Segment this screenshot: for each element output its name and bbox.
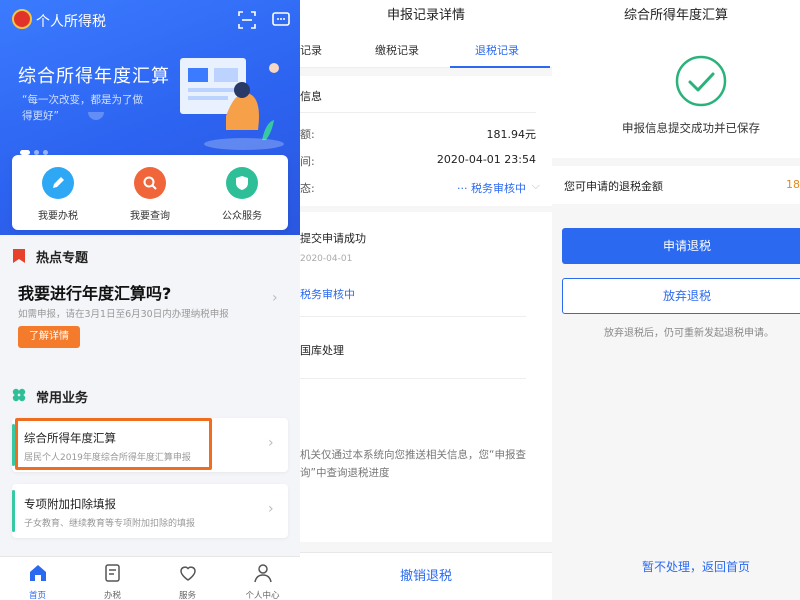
info-value: 2020-04-01 23:54 bbox=[436, 153, 536, 166]
biz-item-special-deduction[interactable]: 专项附加扣除填报 子女教育、继续教育等专项附加扣除的填报 › bbox=[12, 484, 288, 538]
divider bbox=[300, 112, 536, 113]
record-detail-screen: 申报记录详情 记录 缴税记录 退税记录 信息 额: 181.94元 间: 202… bbox=[300, 0, 552, 600]
timeline-step-date: 2020-04-01 bbox=[300, 254, 353, 264]
success-message: 申报信息提交成功并已保存 bbox=[622, 121, 760, 135]
pen-icon bbox=[42, 167, 74, 199]
quick-action-label: 我要查询 bbox=[130, 211, 170, 222]
biz-item-description: 子女教育、继续教育等专项附加扣除的填报 bbox=[24, 519, 196, 529]
banner-subtitle: “每一次改变，都是为了做得更好” bbox=[22, 94, 143, 122]
tab-label: 个人中心 bbox=[245, 591, 280, 600]
refund-label: 您可申请的退税金额 bbox=[564, 180, 663, 193]
bottom-tabbar: 首页 办税 服务 个人中心 bbox=[0, 556, 300, 600]
timeline-step-title: 国库处理 bbox=[300, 344, 344, 357]
hot-section-title: 热点专题 bbox=[36, 251, 89, 266]
tab-refund-records[interactable]: 退税记录 bbox=[475, 42, 519, 58]
tab-tax[interactable]: 办税 bbox=[78, 557, 148, 600]
quick-action-tax[interactable]: 我要办税 bbox=[18, 167, 98, 230]
check-circle-icon bbox=[675, 55, 727, 107]
refund-amount: 18 bbox=[786, 178, 800, 191]
timeline-step-title: 税务审核中 bbox=[300, 288, 355, 301]
quick-actions: 我要办税 我要查询 公众服务 bbox=[12, 155, 288, 230]
page-title: 申报记录详情 bbox=[300, 0, 552, 32]
page-title: 综合所得年度汇算 bbox=[552, 0, 800, 32]
chevron-right-icon: › bbox=[268, 501, 274, 517]
hot-headline: 我要进行年度汇算吗? bbox=[18, 284, 172, 303]
timeline-step-title: 提交申请成功 bbox=[300, 232, 366, 245]
form-icon bbox=[104, 564, 120, 582]
status-value: ··· 税务审核中 bbox=[457, 182, 526, 195]
divider bbox=[300, 378, 526, 379]
chevron-right-icon: › bbox=[272, 290, 278, 306]
home-header: 个人所得税 综合所得年度汇算 “每一次改变，都是为了做得更好” 我要办税 我要查… bbox=[0, 0, 300, 235]
common-section-title: 常用业务 bbox=[36, 391, 89, 406]
info-key: 间: bbox=[300, 155, 315, 168]
refund-info-card: 信息 额: 181.94元 间: 2020-04-01 23:54 态: ···… bbox=[300, 76, 552, 206]
quick-action-label: 公众服务 bbox=[222, 211, 262, 222]
bookmark-icon bbox=[13, 249, 25, 263]
tab-payment-records[interactable]: 缴税记录 bbox=[375, 42, 419, 58]
app-title: 个人所得税 bbox=[36, 14, 106, 30]
learn-more-button[interactable]: 了解详情 bbox=[18, 326, 80, 348]
success-area: 申报信息提交成功并已保存 bbox=[552, 32, 800, 158]
highlight-box bbox=[15, 418, 212, 470]
info-header: 信息 bbox=[300, 90, 322, 103]
home-screen: 个人所得税 综合所得年度汇算 “每一次改变，都是为了做得更好” 我要办税 我要查… bbox=[0, 0, 300, 600]
info-value: 181.94元 bbox=[486, 128, 537, 141]
tab-underline bbox=[450, 66, 550, 68]
user-icon bbox=[253, 564, 272, 583]
abandon-hint: 放弃退税后，仍可重新发起退税申请。 bbox=[604, 328, 774, 339]
settlement-result-screen: 综合所得年度汇算 申报信息提交成功并已保存 您可申请的退税金额 18 申请退税 … bbox=[552, 0, 800, 600]
home-icon bbox=[29, 565, 46, 581]
banner-title[interactable]: 综合所得年度汇算 bbox=[18, 62, 170, 88]
info-key: 态: bbox=[300, 182, 315, 195]
refund-amount-row: 您可申请的退税金额 18 bbox=[552, 166, 800, 204]
info-key: 额: bbox=[300, 128, 315, 141]
hot-topic-card[interactable]: 我要进行年度汇算吗? 如需申报，请在3月1日至6月30日内办理纳税申报 了解详情… bbox=[12, 272, 288, 356]
divider bbox=[300, 316, 526, 317]
biz-item-title: 专项附加扣除填报 bbox=[24, 497, 116, 511]
emblem-icon bbox=[12, 9, 32, 29]
accent-bar bbox=[12, 490, 15, 532]
quick-action-query[interactable]: 我要查询 bbox=[110, 167, 190, 230]
search-icon bbox=[134, 167, 166, 199]
record-tabs: 记录 缴税记录 退税记录 bbox=[300, 32, 552, 68]
top-bar: 个人所得税 bbox=[0, 0, 300, 40]
return-home-link[interactable]: 暂不处理，返回首页 bbox=[642, 558, 750, 575]
chevron-right-icon: › bbox=[268, 435, 274, 451]
tab-label: 服务 bbox=[178, 591, 196, 600]
apply-refund-button[interactable]: 申请退税 bbox=[562, 228, 800, 264]
banner-illustration bbox=[180, 58, 284, 150]
notice-text: 机关仅通过本系统向您推送相关信息，您“申报查询”中查询退税进度 bbox=[300, 449, 526, 479]
cancel-refund-button[interactable]: 撤销退税 bbox=[300, 552, 552, 600]
tab-label: 办税 bbox=[103, 591, 121, 600]
quick-action-service[interactable]: 公众服务 bbox=[202, 167, 282, 230]
quick-action-label: 我要办税 bbox=[38, 211, 78, 222]
tab-label: 首页 bbox=[28, 591, 46, 600]
chevron-down-icon: ⌵ bbox=[531, 179, 540, 192]
message-icon[interactable] bbox=[272, 11, 290, 29]
tab-records[interactable]: 记录 bbox=[300, 42, 322, 58]
refund-timeline: 提交申请成功 2020-04-01 税务审核中 国库处理 机关仅通过本系统向您推… bbox=[300, 212, 552, 542]
tab-home[interactable]: 首页 bbox=[3, 557, 73, 600]
scan-icon[interactable] bbox=[238, 11, 256, 29]
hot-description: 如需申报，请在3月1日至6月30日内办理纳税申报 bbox=[18, 309, 229, 320]
abandon-refund-button[interactable]: 放弃退税 bbox=[562, 278, 800, 314]
tab-profile[interactable]: 个人中心 bbox=[228, 557, 298, 600]
shield-icon bbox=[226, 167, 258, 199]
heart-icon bbox=[179, 566, 196, 581]
clover-icon bbox=[12, 388, 26, 402]
tab-service[interactable]: 服务 bbox=[153, 557, 223, 600]
